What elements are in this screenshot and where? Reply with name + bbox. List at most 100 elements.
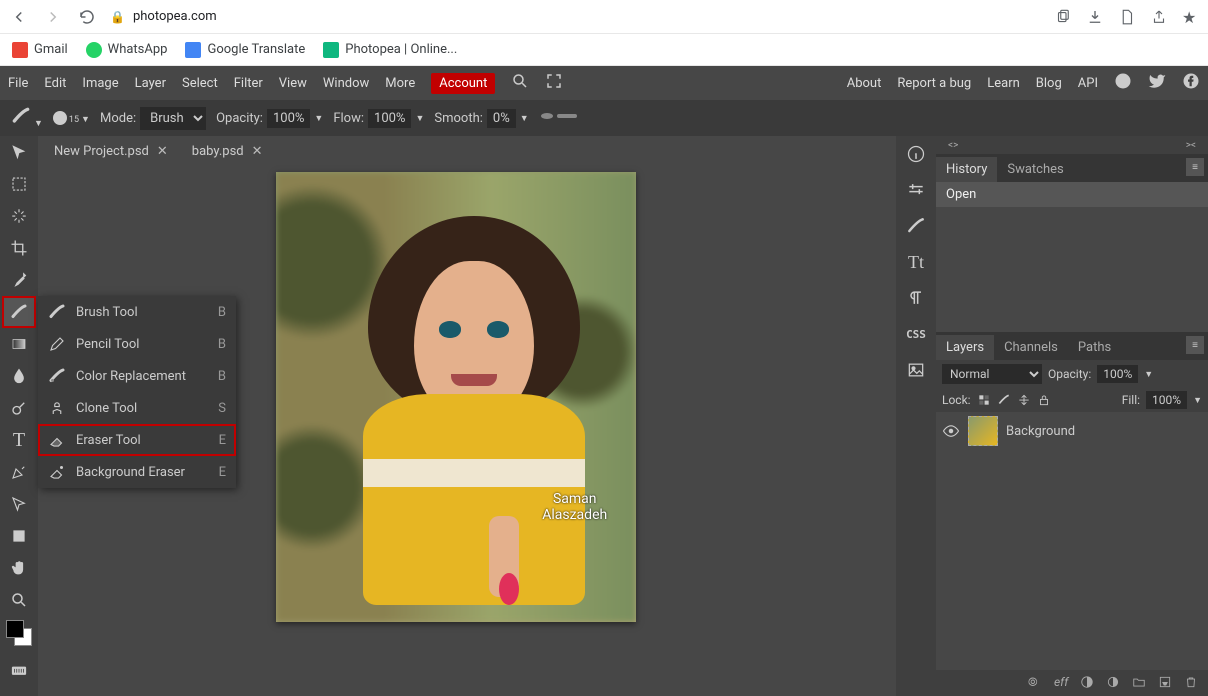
menu-file[interactable]: File xyxy=(8,76,28,91)
blend-mode-select[interactable]: Normal xyxy=(942,364,1042,384)
adjustments-icon[interactable] xyxy=(896,172,936,208)
close-icon[interactable]: ✕ xyxy=(157,144,168,159)
bookmark-photopea[interactable]: Photopea | Online... xyxy=(323,42,457,58)
blur-tool[interactable] xyxy=(2,360,36,392)
flow-value[interactable]: 100% xyxy=(368,109,411,128)
hand-tool[interactable] xyxy=(2,552,36,584)
tab-swatches[interactable]: Swatches xyxy=(997,157,1073,182)
fx-icon[interactable]: eff xyxy=(1054,675,1070,691)
type-tool[interactable]: T xyxy=(2,424,36,456)
history-item-open[interactable]: Open xyxy=(936,182,1208,207)
crop-tool[interactable] xyxy=(2,232,36,264)
brush-preset-icon[interactable]: 15▼ xyxy=(53,111,90,125)
link-api[interactable]: API xyxy=(1078,76,1098,91)
adjustment-layer-icon[interactable] xyxy=(1106,675,1122,691)
layer-opacity-value[interactable]: 100% xyxy=(1097,365,1138,383)
link-about[interactable]: About xyxy=(847,76,882,91)
flyout-pencil[interactable]: Pencil ToolB xyxy=(38,328,236,360)
mask-icon[interactable] xyxy=(1080,675,1096,691)
account-button[interactable]: Account xyxy=(431,73,495,94)
menu-more[interactable]: More xyxy=(385,76,415,91)
copy-icon[interactable] xyxy=(1054,8,1072,26)
move-tool[interactable] xyxy=(2,136,36,168)
smooth-value[interactable]: 0% xyxy=(487,109,516,128)
tab-paths[interactable]: Paths xyxy=(1068,335,1121,360)
brushes-icon[interactable] xyxy=(896,208,936,244)
gradient-tool[interactable] xyxy=(2,328,36,360)
brush-tool[interactable] xyxy=(2,296,36,328)
marquee-tool[interactable] xyxy=(2,168,36,200)
bookmark-star-icon[interactable]: ★ xyxy=(1182,8,1200,26)
link-learn[interactable]: Learn xyxy=(987,76,1020,91)
wand-tool[interactable] xyxy=(2,200,36,232)
bookmark-whatsapp[interactable]: WhatsApp xyxy=(86,42,168,58)
character-icon[interactable]: Tt xyxy=(896,244,936,280)
mode-select[interactable]: Brush xyxy=(140,107,206,130)
reddit-icon[interactable] xyxy=(1114,72,1132,94)
forward-button[interactable] xyxy=(42,6,64,28)
tab-baby[interactable]: baby.psd✕ xyxy=(182,140,273,163)
dodge-tool[interactable] xyxy=(2,392,36,424)
menu-edit[interactable]: Edit xyxy=(44,76,66,91)
flyout-brush[interactable]: Brush ToolB xyxy=(38,296,236,328)
canvas-image[interactable]: SamanAlaszadeh xyxy=(276,172,636,622)
share-icon[interactable] xyxy=(1150,8,1168,26)
menu-window[interactable]: Window xyxy=(323,76,369,91)
tab-history[interactable]: History xyxy=(936,157,997,182)
fg-color[interactable] xyxy=(6,620,24,638)
menu-filter[interactable]: Filter xyxy=(234,76,263,91)
bookmark-gmail[interactable]: Gmail xyxy=(12,42,68,58)
visibility-icon[interactable] xyxy=(942,422,960,440)
document-icon[interactable] xyxy=(1118,8,1136,26)
pen-tool[interactable] xyxy=(2,456,36,488)
close-icon[interactable]: ✕ xyxy=(252,144,263,159)
tab-channels[interactable]: Channels xyxy=(994,335,1068,360)
layer-thumbnail[interactable] xyxy=(968,416,998,446)
layer-background[interactable]: Background xyxy=(936,412,1208,450)
paragraph-icon[interactable] xyxy=(896,280,936,316)
gallery-icon[interactable] xyxy=(896,352,936,388)
tab-layers[interactable]: Layers xyxy=(936,335,994,360)
lock-all-icon[interactable] xyxy=(1037,393,1051,407)
link-layers-icon[interactable]: ⦾ xyxy=(1028,675,1044,691)
path-select-tool[interactable] xyxy=(2,488,36,520)
menu-view[interactable]: View xyxy=(279,76,307,91)
flyout-bg-eraser[interactable]: Background EraserE xyxy=(38,456,236,488)
shape-tool[interactable] xyxy=(2,520,36,552)
facebook-icon[interactable] xyxy=(1182,72,1200,94)
tool-indicator-icon[interactable]: ▼ xyxy=(8,106,43,130)
flyout-eraser[interactable]: Eraser ToolE xyxy=(38,424,236,456)
address-bar[interactable]: 🔒 photopea.com xyxy=(110,9,1042,24)
eyedropper-tool[interactable] xyxy=(2,264,36,296)
fullscreen-icon[interactable] xyxy=(545,72,563,94)
css-icon[interactable]: CSS xyxy=(896,316,936,352)
fill-value[interactable]: 100% xyxy=(1146,391,1187,409)
menu-image[interactable]: Image xyxy=(82,76,118,91)
panel-menu-icon[interactable]: ≡ xyxy=(1186,158,1204,176)
new-layer-icon[interactable] xyxy=(1158,675,1174,691)
menu-layer[interactable]: Layer xyxy=(135,76,166,91)
quick-mask-icon[interactable] xyxy=(2,654,36,686)
flyout-clone[interactable]: Clone ToolS xyxy=(38,392,236,424)
folder-icon[interactable] xyxy=(1132,675,1148,691)
flyout-color-replacement[interactable]: Color ReplacementB xyxy=(38,360,236,392)
reload-button[interactable] xyxy=(76,6,98,28)
trash-icon[interactable] xyxy=(1184,675,1200,691)
menu-select[interactable]: Select xyxy=(182,76,218,91)
tab-new-project[interactable]: New Project.psd✕ xyxy=(44,140,178,163)
color-swatch[interactable] xyxy=(6,620,32,646)
back-button[interactable] xyxy=(8,6,30,28)
lock-move-icon[interactable] xyxy=(1017,393,1031,407)
panel-menu-icon[interactable]: ≡ xyxy=(1186,336,1204,354)
link-report-bug[interactable]: Report a bug xyxy=(897,76,971,91)
zoom-tool[interactable] xyxy=(2,584,36,616)
twitter-icon[interactable] xyxy=(1148,72,1166,94)
brush-stroke-icon[interactable] xyxy=(539,109,579,127)
search-icon[interactable] xyxy=(511,72,529,94)
panel-collapse-arrows[interactable]: <>>< xyxy=(936,136,1208,154)
lock-pixels-icon[interactable] xyxy=(977,393,991,407)
bookmark-google-translate[interactable]: Google Translate xyxy=(185,42,305,58)
info-icon[interactable] xyxy=(896,136,936,172)
lock-brush-icon[interactable] xyxy=(997,393,1011,407)
opacity-value[interactable]: 100% xyxy=(267,109,310,128)
